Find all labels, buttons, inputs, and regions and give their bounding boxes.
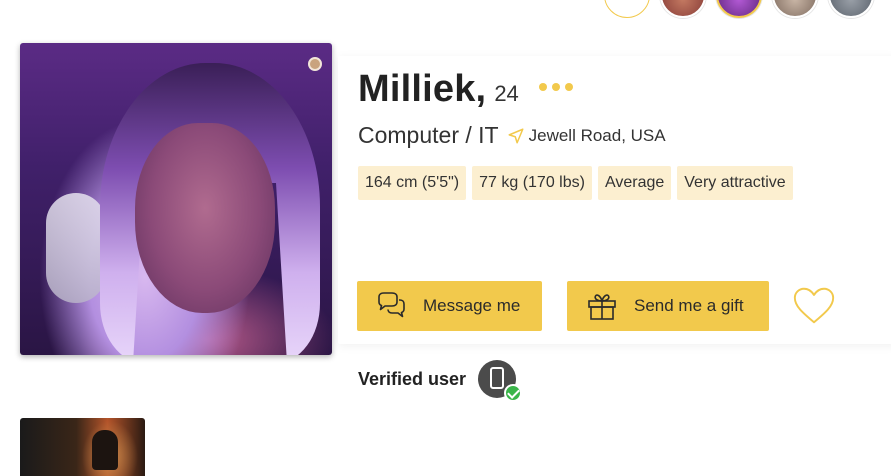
phone-verified-icon — [478, 360, 523, 402]
gift-icon — [588, 294, 616, 320]
profile-photo[interactable] — [20, 43, 332, 355]
avatar[interactable] — [772, 0, 818, 18]
profile-age: 24 — [494, 81, 519, 106]
profile-location: Jewell Road, USA — [528, 125, 666, 145]
profile-page: Milliek, 24 Computer / IT Jewell Road, U… — [0, 0, 891, 476]
heart-icon[interactable] — [791, 283, 837, 329]
tag-body-type: Average — [597, 166, 672, 200]
top-avatar-strip — [604, 0, 874, 18]
online-status-dot — [308, 57, 322, 71]
message-me-button[interactable]: Message me — [357, 281, 542, 331]
send-gift-label: Send me a gift — [634, 296, 744, 315]
photo-face — [135, 123, 275, 313]
check-icon — [504, 384, 523, 402]
tag-height: 164 cm (5'5") — [358, 166, 467, 200]
chat-bubbles-icon — [378, 292, 405, 318]
search-circle-button[interactable] — [604, 0, 650, 18]
profile-name: Milliek, — [358, 68, 487, 110]
verified-user-label: Verified user — [358, 368, 467, 389]
more-dots-icon[interactable] — [538, 83, 573, 91]
location-arrow-icon — [508, 128, 524, 143]
profile-job: Computer / IT — [358, 122, 499, 148]
send-gift-button[interactable]: Send me a gift — [567, 281, 769, 331]
thumbnail-figure — [92, 430, 118, 470]
photo-background-chair — [46, 193, 106, 303]
verified-user-row: Verified user — [358, 360, 523, 402]
name-row: Milliek, 24 — [358, 68, 573, 111]
profile-tags: 164 cm (5'5") 77 kg (170 lbs) Average Ve… — [358, 166, 793, 200]
photo-thumbnail[interactable] — [20, 418, 145, 476]
phone-icon — [490, 367, 505, 389]
meta-row: Computer / IT Jewell Road, USA — [358, 122, 666, 149]
avatar[interactable] — [660, 0, 706, 18]
message-me-label: Message me — [423, 296, 521, 315]
tag-weight: 77 kg (170 lbs) — [472, 166, 592, 200]
avatar[interactable] — [716, 0, 762, 18]
tag-appearance: Very attractive — [677, 166, 793, 200]
avatar[interactable] — [828, 0, 874, 18]
